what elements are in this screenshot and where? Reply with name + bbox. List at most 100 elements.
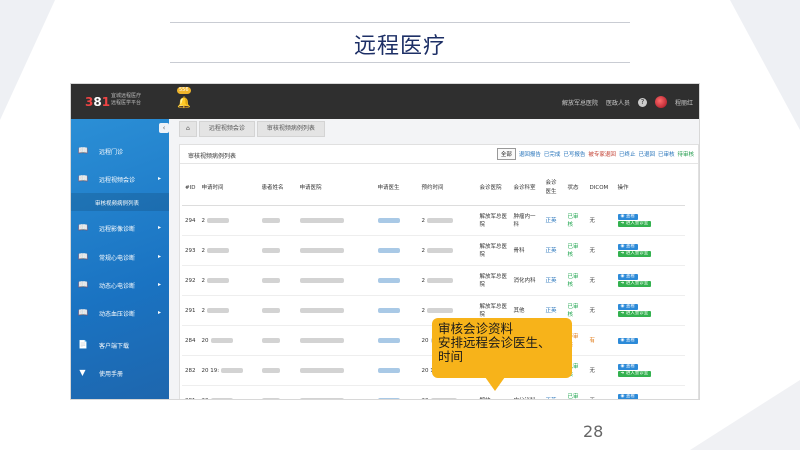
redacted-text bbox=[299, 247, 344, 253]
redacted-text bbox=[377, 397, 400, 399]
redacted-text bbox=[221, 367, 244, 373]
role-link[interactable]: 医政人员 bbox=[606, 98, 630, 107]
chevron-left-icon[interactable]: ‹ bbox=[159, 123, 169, 133]
redacted-text bbox=[207, 307, 229, 313]
table-header-row: #ID 申请时间 患者姓名 申请医院 申请医生 预约时间 会诊医院 会诊科室 会诊医生 状态 DIC… bbox=[182, 171, 685, 206]
sidebar-item-label: 动态心电诊断 bbox=[99, 283, 136, 290]
filter-tab[interactable]: 待审核 bbox=[677, 150, 694, 158]
redacted-text bbox=[377, 307, 400, 313]
logo[interactable]: 381 bbox=[85, 95, 110, 109]
filter-tab[interactable]: 已写报告 bbox=[563, 150, 585, 158]
redacted-cell bbox=[258, 235, 297, 266]
sidebar-item[interactable]: 📄 客户端下载 bbox=[71, 331, 169, 359]
table-cell: 已审核 bbox=[564, 265, 587, 296]
help-icon[interactable]: ? bbox=[637, 97, 647, 107]
sidebar-item[interactable]: 📖 远程视频会诊 ▸ bbox=[71, 165, 169, 193]
redacted-text bbox=[299, 397, 344, 399]
filter-tab[interactable]: 被专家退回 bbox=[588, 150, 616, 158]
sidebar-item[interactable]: ▼ 使用手册 bbox=[71, 359, 169, 387]
time-prefix: 2 bbox=[201, 217, 206, 224]
logo-text: 宜城远程医疗 远程医学平台 bbox=[111, 93, 141, 107]
user-name[interactable]: 程丽红 bbox=[675, 98, 693, 107]
avatar[interactable] bbox=[654, 96, 667, 108]
redacted-cell bbox=[374, 385, 419, 399]
sidebar-item-label: 远程视频会诊 bbox=[99, 177, 136, 184]
filter-tab[interactable]: 已完成 bbox=[544, 150, 561, 158]
redacted-text bbox=[377, 337, 400, 343]
redacted-text bbox=[261, 367, 280, 373]
redacted-text bbox=[210, 397, 233, 399]
table-cell: 20 bbox=[198, 385, 259, 400]
table-cell: 2 bbox=[418, 205, 477, 236]
redacted-cell bbox=[296, 325, 375, 356]
view-button[interactable]: ◉ 查看 bbox=[617, 364, 638, 370]
column-header: #ID bbox=[182, 171, 199, 206]
sidebar: ‹ 📖 远程门诊 📖 远程视频会诊 ▸ 审核视频病例列表 📖 远程影像诊断 ▸ 📖 常规心电诊断 ▸ 📖… bbox=[71, 119, 169, 399]
sidebar-item[interactable]: 📖 动态血压诊断 ▸ bbox=[71, 299, 169, 327]
sidebar-item[interactable]: 📖 远程影像诊断 ▸ bbox=[71, 214, 169, 242]
enter-room-button[interactable]: ➜ 进入会诊室 bbox=[617, 281, 652, 287]
table-cell: 2 bbox=[418, 265, 477, 296]
table-cell: 291 bbox=[182, 295, 199, 326]
filter-tab[interactable]: 退回报告 bbox=[519, 150, 541, 158]
actions-cell: ◉ 查看 bbox=[614, 325, 685, 356]
filter-tab[interactable]: 已终止 bbox=[619, 150, 636, 158]
enter-room-button[interactable]: ➜ 进入会诊室 bbox=[617, 311, 652, 317]
filter-tab[interactable]: 全部 bbox=[496, 148, 516, 160]
view-button[interactable]: ◉ 查看 bbox=[617, 394, 638, 399]
table-cell: 肿瘤内一科 bbox=[510, 205, 543, 236]
sidebar-item[interactable]: 📖 常规心电诊断 ▸ bbox=[71, 243, 169, 271]
table-row[interactable]: 292 2 2 解放军总医院 消化内科 正英 已审核无 ◉ 查看 ➜ 进入会诊室 bbox=[182, 265, 685, 296]
table-cell: 无 bbox=[586, 355, 615, 386]
home-icon[interactable]: ⌂ bbox=[179, 121, 197, 137]
table-cell: 2 bbox=[198, 295, 259, 326]
redacted-text bbox=[427, 277, 453, 283]
notification-badge: 556 bbox=[177, 87, 191, 94]
filter-tab[interactable]: 已退回 bbox=[638, 150, 655, 158]
enter-room-button[interactable]: ➜ 进入会诊室 bbox=[617, 371, 652, 377]
view-button[interactable]: ◉ 查看 bbox=[617, 214, 638, 220]
hospital-link[interactable]: 解放军总医院 bbox=[562, 98, 598, 107]
table-cell: 2 bbox=[198, 205, 259, 236]
redacted-text bbox=[377, 217, 400, 223]
table-row[interactable]: 293 2 2 解放军总医院 骨科 正英 已审核无 ◉ 查看 ➜ 进入会诊室 bbox=[182, 235, 685, 266]
table-cell: 294 bbox=[182, 205, 199, 236]
enter-room-button[interactable]: ➜ 进入会诊室 bbox=[617, 251, 652, 257]
table-cell: 已审核 bbox=[564, 385, 587, 399]
breadcrumb-item[interactable]: 审核视频病例列表 bbox=[256, 121, 325, 137]
book-icon: 📖 bbox=[78, 174, 88, 183]
status-filters: 全部 退回报告 已完成 已写报告 被专家退回 已终止 已退回 已审核 待审核 bbox=[496, 148, 694, 160]
sidebar-item[interactable]: 📖 动态心电诊断 ▸ bbox=[71, 271, 169, 299]
table-cell: 293 bbox=[182, 235, 199, 266]
callout-line: 时间 bbox=[438, 349, 464, 364]
redacted-text bbox=[430, 397, 457, 399]
view-button[interactable]: ◉ 查看 bbox=[617, 274, 638, 280]
enter-room-button[interactable]: ➜ 进入会诊室 bbox=[617, 221, 652, 227]
bell-icon[interactable]: 🔔 bbox=[177, 97, 191, 108]
view-button[interactable]: ◉ 查看 bbox=[617, 337, 638, 344]
chevron-right-icon: ▸ bbox=[157, 309, 161, 316]
redacted-text bbox=[427, 217, 453, 223]
table-cell: 骨科 bbox=[510, 235, 543, 266]
view-button[interactable]: ◉ 查看 bbox=[617, 244, 638, 250]
redacted-cell bbox=[258, 295, 297, 326]
slide-title: 远程医疗 bbox=[353, 34, 446, 59]
redacted-cell bbox=[258, 205, 297, 236]
breadcrumb-item[interactable]: 远程视频会诊 bbox=[198, 121, 255, 137]
table-cell: 2 bbox=[418, 235, 477, 266]
table-row[interactable]: 2812020解放内分泌科正英已审核无◉ 查看➜ 进入会诊室 bbox=[182, 385, 685, 400]
redacted-cell bbox=[374, 295, 419, 326]
redacted-text bbox=[207, 247, 229, 253]
filter-tab[interactable]: 已审核 bbox=[658, 150, 675, 158]
redacted-text bbox=[210, 337, 233, 343]
redacted-cell bbox=[258, 325, 297, 356]
view-button[interactable]: ◉ 查看 bbox=[617, 304, 638, 310]
column-header: 申请医生 bbox=[374, 171, 419, 206]
column-header: 会诊医生 bbox=[542, 171, 565, 206]
sidebar-subitem[interactable]: 审核视频病例列表 bbox=[71, 193, 169, 211]
actions-cell: ◉ 查看➜ 进入会诊室 bbox=[614, 295, 685, 326]
table-cell: 已审核 bbox=[564, 235, 587, 266]
sidebar-item[interactable]: 📖 远程门诊 bbox=[71, 137, 169, 165]
table-row[interactable]: 294 2 2 解放军总医院 肿瘤内一科 正英 已审核无 ◉ 查看 ➜ 进入会诊室 bbox=[182, 205, 685, 236]
time-prefix: 20 bbox=[202, 398, 209, 400]
